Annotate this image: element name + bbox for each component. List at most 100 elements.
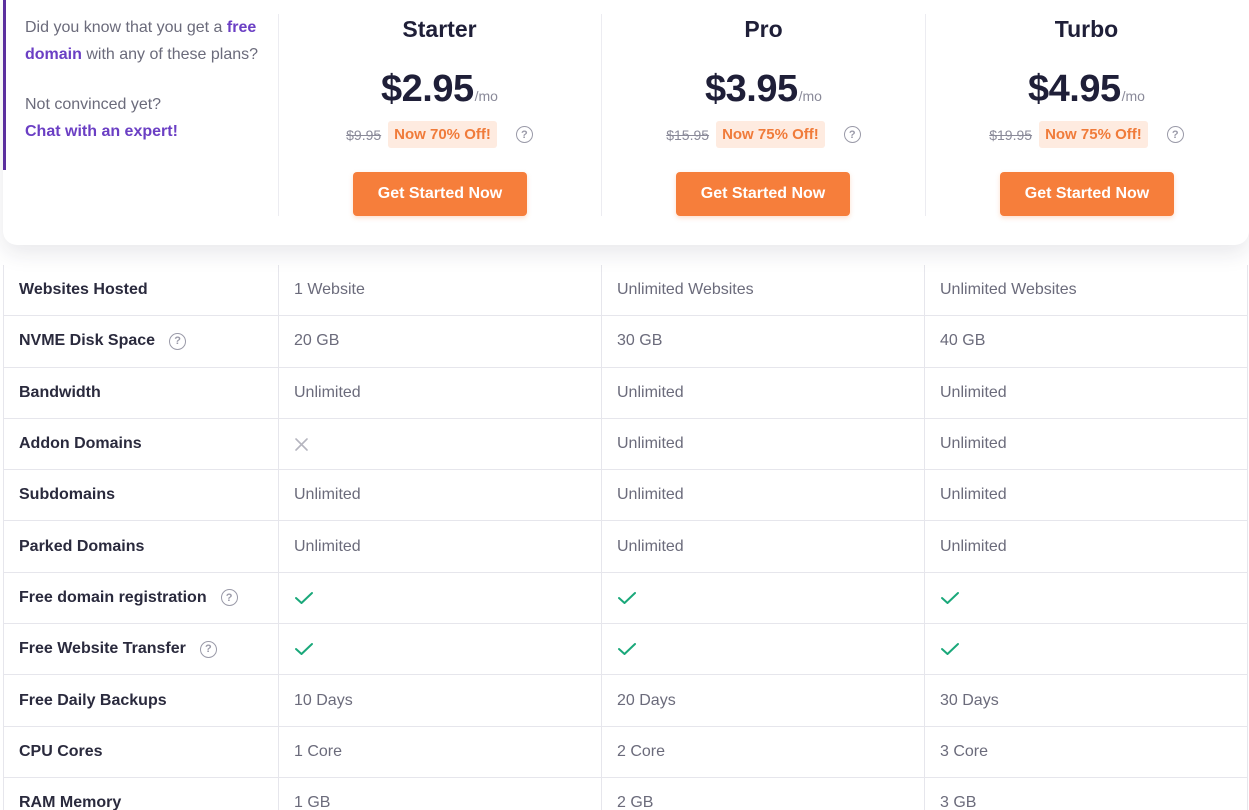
help-icon[interactable]: ? xyxy=(169,332,187,350)
check-icon xyxy=(295,643,313,656)
old-price: $9.95 xyxy=(346,126,382,143)
plan-name: Pro xyxy=(744,16,783,42)
old-price: $15.95 xyxy=(666,126,710,143)
feature-label: CPU Cores xyxy=(19,742,103,760)
feature-label: Websites Hosted xyxy=(19,281,148,299)
feature-value: 1 Website xyxy=(294,281,365,299)
feature-value: Unlimited xyxy=(617,435,684,453)
feature-label-cell: Free domain registration? xyxy=(4,573,278,623)
feature-value-cell: Unlimited xyxy=(924,521,1247,572)
accent-bar xyxy=(3,0,6,170)
help-icon[interactable]: ? xyxy=(1166,126,1184,143)
feature-value-cell xyxy=(278,418,601,470)
feature-value: 3 GB xyxy=(940,794,977,810)
divider xyxy=(601,14,602,216)
feature-value-cell: Unlimited xyxy=(278,367,601,418)
feature-label-cell: CPU Cores xyxy=(4,727,278,777)
feature-value-cell: Unlimited xyxy=(601,521,924,572)
feature-label: Subdomains xyxy=(19,486,116,504)
help-icon[interactable]: ? xyxy=(220,589,238,607)
feature-value-cell: Unlimited Websites xyxy=(924,265,1247,316)
feature-label: Addon Domains xyxy=(19,435,142,453)
chat-expert-link[interactable]: Chat with an expert! xyxy=(25,123,178,140)
table-row: NVME Disk Space? 20 GB 30 GB 40 GB xyxy=(4,316,1247,368)
feature-value-cell xyxy=(601,624,924,675)
intro-text: with any of these plans? xyxy=(86,46,259,63)
discount-row: $19.95 Now 75% Off! ? xyxy=(925,121,1248,148)
expert-note: Not convinced yet? Chat with an expert! xyxy=(25,91,275,145)
feature-value: Unlimited xyxy=(294,383,361,401)
feature-comparison-table: Websites Hosted 1 Website Unlimited Websit… xyxy=(3,265,1248,810)
price-period: /mo xyxy=(1121,88,1145,104)
feature-value-cell: Unlimited xyxy=(924,470,1247,521)
feature-label: NVME Disk Space xyxy=(19,332,156,350)
feature-value-cell: 1 Website xyxy=(278,265,601,316)
feature-label: Parked Domains xyxy=(19,537,145,555)
feature-value-cell: 3 GB xyxy=(924,777,1247,810)
check-icon xyxy=(618,591,636,604)
feature-value-cell: 20 GB xyxy=(278,316,601,367)
plan-price: $3.95 xyxy=(705,68,798,110)
get-started-button-starter[interactable]: Get Started Now xyxy=(353,172,527,216)
intro-text: Not convinced yet? xyxy=(25,96,162,113)
feature-value: 30 GB xyxy=(617,332,663,350)
feature-label: RAM Memory xyxy=(19,794,122,810)
divider xyxy=(278,14,279,216)
discount-row: $9.95 Now 70% Off! ? xyxy=(278,121,601,148)
feature-value-cell: 1 Core xyxy=(278,726,601,777)
feature-value: Unlimited xyxy=(940,486,1007,504)
free-domain-note: Did you know that you get a free domain … xyxy=(25,14,275,68)
table-row: CPU Cores 1 Core 2 Core 3 Core xyxy=(4,726,1247,778)
feature-value-cell: 3 Core xyxy=(924,726,1247,777)
feature-value: Unlimited xyxy=(940,383,1007,401)
feature-value-cell xyxy=(278,572,601,624)
plan-name: Starter xyxy=(402,16,477,42)
price-period: /mo xyxy=(798,88,822,104)
feature-value-cell: 30 Days xyxy=(924,675,1247,726)
plan-price: $4.95 xyxy=(1028,68,1121,110)
help-icon[interactable]: ? xyxy=(843,126,861,143)
feature-value: Unlimited xyxy=(294,537,361,555)
check-icon xyxy=(618,643,636,656)
price-period: /mo xyxy=(474,88,498,104)
feature-value: Unlimited Websites xyxy=(940,281,1077,299)
feature-value-cell: 1 GB xyxy=(278,777,601,810)
feature-label-cell: Websites Hosted xyxy=(4,265,278,315)
feature-value: 3 Core xyxy=(940,742,989,760)
check-icon xyxy=(295,591,313,604)
feature-label-cell: Subdomains xyxy=(4,470,278,520)
feature-value-cell: 2 GB xyxy=(601,777,924,810)
feature-value: Unlimited Websites xyxy=(617,281,754,299)
price-row: $2.95 /mo xyxy=(278,68,601,111)
price-row: $4.95 /mo xyxy=(925,68,1248,111)
feature-value-cell: Unlimited xyxy=(278,470,601,521)
feature-label: Free Website Transfer xyxy=(19,640,186,658)
feature-value-cell: Unlimited xyxy=(601,418,924,470)
get-started-button-turbo[interactable]: Get Started Now xyxy=(1000,172,1174,216)
feature-value: 20 GB xyxy=(294,332,340,350)
feature-label: Free Daily Backups xyxy=(19,691,167,709)
feature-value-cell xyxy=(601,572,924,624)
feature-value-cell: Unlimited xyxy=(601,367,924,418)
table-row: Websites Hosted 1 Website Unlimited Websit… xyxy=(4,265,1247,317)
cross-icon xyxy=(295,437,308,451)
help-icon[interactable]: ? xyxy=(515,126,533,143)
intro-panel: Did you know that you get a free domain … xyxy=(25,14,275,145)
feature-value-cell: 10 Days xyxy=(278,675,601,726)
table-row: Free Daily Backups 10 Days 20 Days 30 Days xyxy=(4,675,1247,727)
discount-row: $15.95 Now 75% Off! ? xyxy=(602,121,925,148)
feature-label: Bandwidth xyxy=(19,383,101,401)
table-row: RAM Memory 1 GB 2 GB 3 GB xyxy=(4,777,1247,810)
feature-value: Unlimited xyxy=(617,383,684,401)
discount-badge: Now 70% Off! xyxy=(388,121,497,148)
table-row: Free Website Transfer? xyxy=(4,624,1247,676)
feature-value-cell: Unlimited xyxy=(601,470,924,521)
help-icon[interactable]: ? xyxy=(199,640,217,658)
feature-value: Unlimited xyxy=(940,435,1007,453)
feature-value: 2 GB xyxy=(617,794,654,810)
get-started-button-pro[interactable]: Get Started Now xyxy=(676,172,850,216)
feature-value: 40 GB xyxy=(940,332,986,350)
feature-value: Unlimited xyxy=(940,537,1007,555)
feature-label: Free domain registration xyxy=(19,588,207,606)
feature-label-cell: Parked Domains xyxy=(4,521,278,571)
